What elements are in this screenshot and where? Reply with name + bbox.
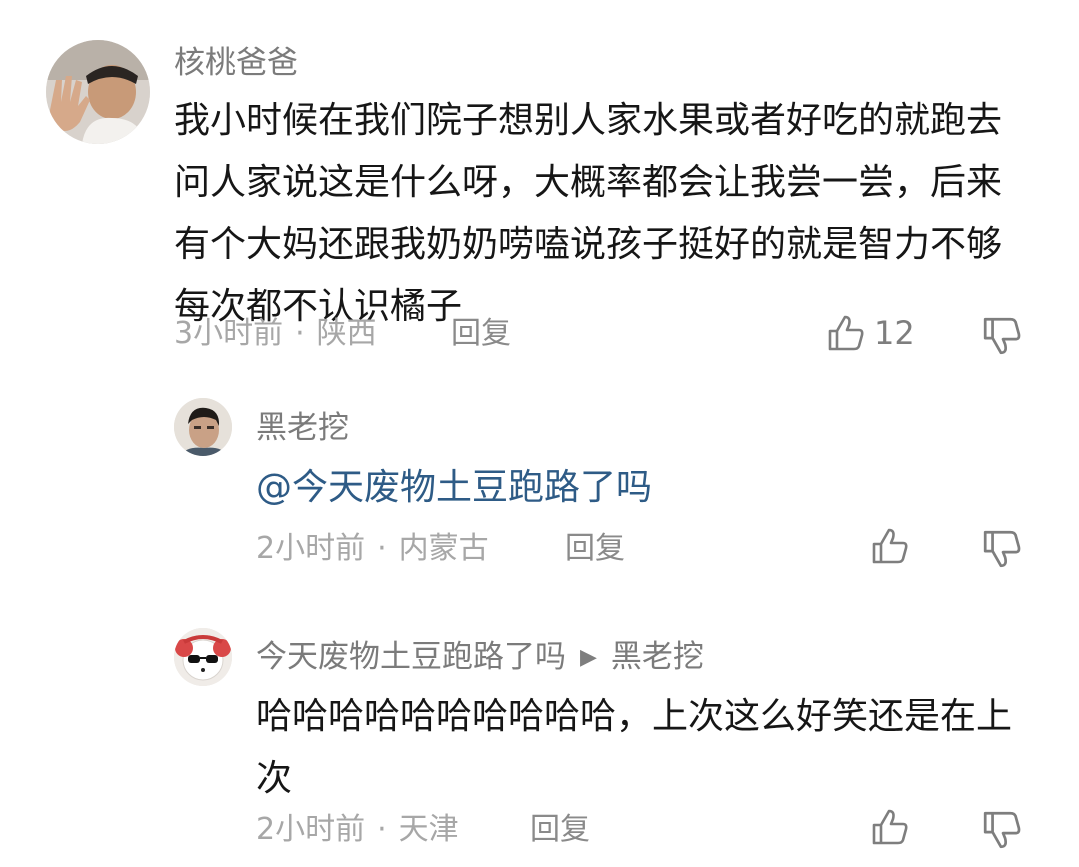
thumbs-up-icon (872, 528, 908, 564)
reply-button[interactable]: 回复 (565, 529, 625, 569)
like-button[interactable]: 12 (826, 313, 915, 353)
like-button[interactable] (870, 807, 910, 851)
thumbs-up-icon (828, 315, 864, 351)
thumbs-down-icon (983, 317, 1021, 355)
location: 内蒙古 (398, 531, 489, 566)
reply-arrow-icon: ▶ (580, 645, 597, 670)
thumbs-down-icon (983, 530, 1021, 568)
avatar-image (174, 628, 232, 686)
avatar[interactable] (174, 628, 232, 686)
comment-text: 我小时候在我们院子想别人家水果或者好吃的就跑去问人家说这是什么呀，大概率都会让我… (174, 100, 1003, 327)
dislike-button[interactable] (981, 528, 1023, 574)
comment-meta: 3小时前 · 陕西 (174, 314, 377, 354)
avatar[interactable] (46, 40, 150, 144)
reply-header: 今天废物土豆跑路了吗 ▶ 黑老挖 (256, 637, 704, 678)
reply-to-name[interactable]: 黑老挖 (611, 639, 704, 675)
thumbs-up-icon (872, 809, 908, 845)
avatar-image (174, 398, 232, 456)
timestamp: 2小时前 (256, 531, 366, 566)
author-name[interactable]: 今天废物土豆跑路了吗 (256, 639, 566, 675)
dislike-button[interactable] (981, 315, 1023, 361)
timestamp: 3小时前 (174, 316, 284, 351)
reply-button[interactable]: 回复 (530, 810, 590, 850)
separator: · (295, 316, 305, 351)
location: 陕西 (316, 316, 377, 351)
mention-link[interactable]: @今天废物土豆跑路了吗 (256, 463, 652, 513)
timestamp: 2小时前 (256, 812, 366, 847)
separator: · (377, 531, 387, 566)
like-button[interactable] (870, 526, 910, 570)
avatar[interactable] (174, 398, 232, 456)
separator: · (377, 812, 387, 847)
dislike-button[interactable] (981, 809, 1023, 855)
comment-meta: 2小时前 · 天津 (256, 810, 459, 850)
like-count: 12 (874, 314, 915, 352)
avatar-image (46, 40, 150, 144)
author-name[interactable]: 黑老挖 (256, 408, 349, 448)
comment-meta: 2小时前 · 内蒙古 (256, 529, 489, 569)
thumbs-down-icon (983, 811, 1021, 849)
location: 天津 (398, 812, 459, 847)
reply-button[interactable]: 回复 (451, 314, 511, 354)
author-name[interactable]: 核桃爸爸 (174, 43, 298, 83)
comment-text: 哈哈哈哈哈哈哈哈哈哈，上次这么好笑还是在上次 (256, 696, 1013, 799)
